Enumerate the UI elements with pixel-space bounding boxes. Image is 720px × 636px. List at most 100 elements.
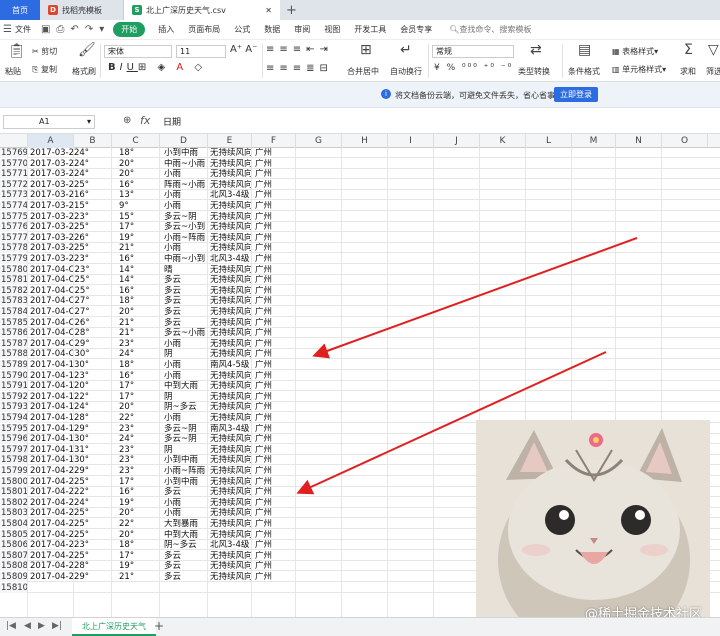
- cell-weather[interactable]: 多云: [163, 551, 208, 561]
- row-header[interactable]: 15776: [0, 222, 28, 233]
- cell-wind[interactable]: 无持续风向: [209, 487, 253, 497]
- cell-date[interactable]: 2017-04-225°: [29, 519, 112, 529]
- undo-icon[interactable]: ↶: [67, 24, 81, 35]
- row-header[interactable]: 15803: [0, 508, 28, 519]
- number-format-select[interactable]: 常规: [432, 45, 514, 58]
- row-header[interactable]: 15810: [0, 582, 28, 593]
- format-painter-button[interactable]: 格式刷: [72, 66, 96, 77]
- cell-date[interactable]: 2017-04-223°: [29, 540, 112, 550]
- cell-low-temp[interactable]: 15°: [118, 212, 158, 222]
- column-header-d[interactable]: D: [160, 134, 208, 148]
- cell-city[interactable]: 广州: [254, 445, 274, 455]
- row-header[interactable]: 15786: [0, 328, 28, 339]
- cell-city[interactable]: 广州: [254, 180, 274, 190]
- cell-weather[interactable]: 阴: [163, 349, 208, 359]
- cell-date[interactable]: 2017-04-228°: [29, 561, 112, 571]
- cell-wind[interactable]: 无持续风向: [209, 455, 253, 465]
- cell-city[interactable]: 广州: [254, 349, 274, 359]
- copy-button[interactable]: ⎘ 复制: [32, 64, 57, 75]
- column-header-b[interactable]: B: [74, 134, 112, 148]
- cell-date[interactable]: 2017-04-C30°: [29, 349, 112, 359]
- menu-data[interactable]: 数据: [257, 24, 287, 35]
- cell-low-temp[interactable]: 18°: [118, 148, 158, 158]
- last-sheet-icon[interactable]: ▶|: [52, 621, 62, 631]
- row-header[interactable]: 15804: [0, 519, 28, 529]
- type-convert-icon[interactable]: ⇄: [530, 42, 542, 58]
- row-header[interactable]: 15789: [0, 360, 28, 370]
- cell-low-temp[interactable]: 16°: [118, 286, 158, 296]
- close-tab-icon[interactable]: ✕: [265, 6, 272, 15]
- menu-page-layout[interactable]: 页面布局: [181, 24, 227, 35]
- cell-weather[interactable]: 小雨: [163, 508, 208, 518]
- column-header-j[interactable]: J: [434, 134, 480, 148]
- font-style-buttons[interactable]: BIU⊞ ◈ A ◇: [108, 62, 206, 73]
- menu-review[interactable]: 审阅: [287, 24, 317, 35]
- cell-low-temp[interactable]: 13°: [118, 190, 158, 200]
- cell-low-temp[interactable]: 23°: [118, 424, 158, 434]
- row-header[interactable]: 15785: [0, 317, 28, 328]
- cell-date[interactable]: 2017-04-130°: [29, 360, 112, 370]
- cell-date[interactable]: 2017-03-224°: [29, 159, 112, 169]
- cell-city[interactable]: 广州: [254, 477, 274, 487]
- row-header[interactable]: 15792: [0, 391, 28, 402]
- cell-weather[interactable]: 多云: [163, 307, 208, 317]
- cell-city[interactable]: 广州: [254, 360, 274, 370]
- row-header[interactable]: 15779: [0, 254, 28, 264]
- row-header[interactable]: 15772: [0, 179, 28, 190]
- cell-low-temp[interactable]: 17°: [118, 477, 158, 487]
- cell-wind[interactable]: 无持续风向: [209, 349, 253, 359]
- row-header[interactable]: 15788: [0, 349, 28, 360]
- cell-weather[interactable]: 多云: [163, 561, 208, 571]
- cell-wind[interactable]: 无持续风向: [209, 466, 253, 476]
- cell-wind[interactable]: 无持续风向: [209, 402, 253, 412]
- halign-buttons[interactable]: ≡≡≡≣⊟: [266, 63, 333, 74]
- cell-wind[interactable]: [209, 583, 253, 593]
- merge-center-button[interactable]: 合并居中: [347, 66, 379, 77]
- cell-date[interactable]: 2017-03-223°: [29, 254, 112, 264]
- column-header-c[interactable]: C: [112, 134, 160, 148]
- row-header[interactable]: 15794: [0, 413, 28, 423]
- cell-date[interactable]: 2017-04-C25°: [29, 286, 112, 296]
- cell-low-temp[interactable]: 21°: [118, 328, 158, 338]
- row-header[interactable]: 15800: [0, 476, 28, 487]
- cell-wind[interactable]: 无持续风向: [209, 392, 253, 402]
- paste-icon[interactable]: 📋︎: [8, 43, 26, 59]
- column-header-i[interactable]: I: [388, 134, 434, 148]
- cell-date[interactable]: 2017-04-224°: [29, 498, 112, 508]
- number-format-buttons[interactable]: ¥ % ⁰⁰⁰ ⁺⁰ ⁻⁰: [434, 63, 513, 73]
- sheet-tab-weather[interactable]: 北上广深历史天气: [72, 618, 156, 636]
- cell-low-temp[interactable]: 14°: [118, 275, 158, 285]
- cell-city[interactable]: 广州: [254, 508, 274, 518]
- cell-city[interactable]: 广州: [254, 498, 274, 508]
- prev-sheet-icon[interactable]: ◀: [24, 621, 31, 631]
- menu-view[interactable]: 视图: [317, 24, 347, 35]
- cell-wind[interactable]: 无持续风向: [209, 201, 253, 211]
- row-header[interactable]: 15807: [0, 550, 28, 561]
- name-box[interactable]: A1 ▾: [3, 115, 95, 129]
- row-header[interactable]: 15769: [0, 148, 28, 158]
- cell-weather[interactable]: 中到大雨: [163, 530, 208, 540]
- cell-city[interactable]: 广州: [254, 254, 274, 264]
- login-button[interactable]: 立即登录: [554, 87, 598, 102]
- cell-date[interactable]: 2017-03-215°: [29, 201, 112, 211]
- cell-low-temp[interactable]: 20°: [118, 159, 158, 169]
- cell-wind[interactable]: 无持续风向: [209, 508, 253, 518]
- font-grow-icon[interactable]: A⁺ A⁻: [230, 44, 257, 55]
- cell-low-temp[interactable]: 23°: [118, 445, 158, 455]
- column-header-o[interactable]: O: [662, 134, 708, 148]
- cell-wind[interactable]: 无持续风向: [209, 572, 253, 582]
- row-header[interactable]: 15799: [0, 466, 28, 476]
- menu-file[interactable]: 文件: [15, 24, 38, 35]
- more-icon[interactable]: ▾: [96, 24, 107, 35]
- cell-low-temp[interactable]: 16°: [118, 371, 158, 381]
- cell-weather[interactable]: 小雨: [163, 413, 208, 423]
- cell-weather[interactable]: 阴~多云: [163, 402, 208, 412]
- cell-city[interactable]: 广州: [254, 572, 274, 582]
- cell-city[interactable]: 广州: [254, 265, 274, 275]
- column-header-h[interactable]: H: [342, 134, 388, 148]
- cell-weather[interactable]: 小雨: [163, 190, 208, 200]
- cell-wind[interactable]: 无持续风向: [209, 551, 253, 561]
- cell-city[interactable]: 广州: [254, 243, 274, 253]
- menu-member[interactable]: 会员专享: [393, 24, 439, 35]
- row-header[interactable]: 15778: [0, 243, 28, 254]
